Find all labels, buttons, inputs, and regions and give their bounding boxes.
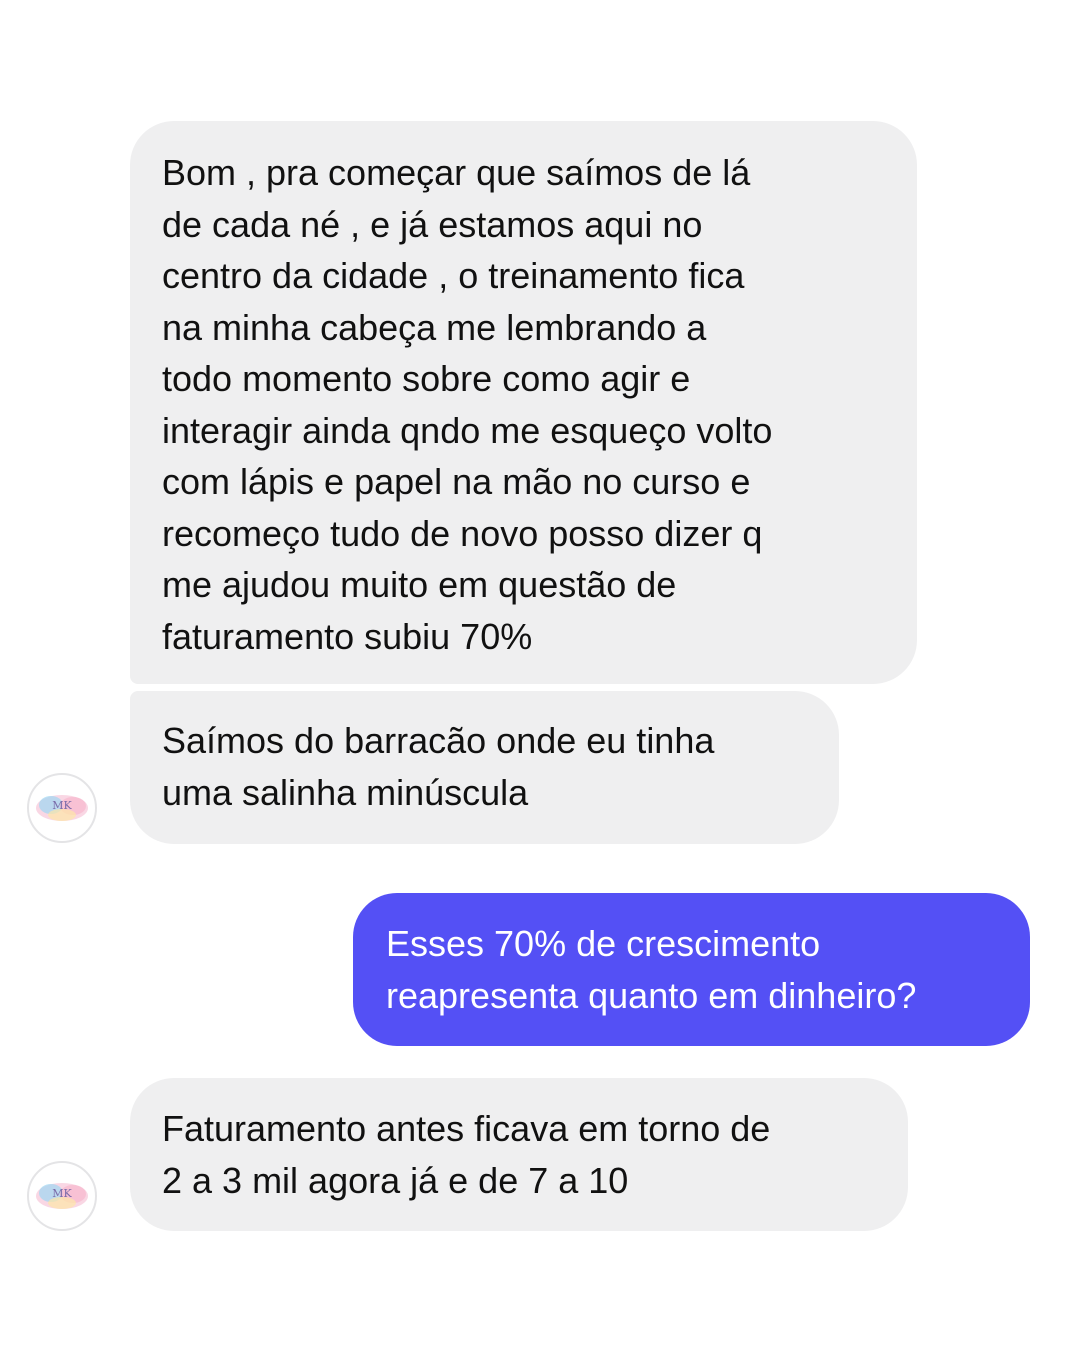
contact-avatar-icon[interactable]: MK <box>27 773 97 843</box>
incoming-message-bubble[interactable]: Saímos do barracão onde eu tinha uma sal… <box>130 691 839 844</box>
avatar-initials: MK <box>52 799 72 812</box>
outgoing-message-bubble[interactable]: Esses 70% de crescimento reapresenta qua… <box>353 893 1030 1046</box>
incoming-message-bubble[interactable]: Faturamento antes ficava em torno de 2 a… <box>130 1078 908 1231</box>
incoming-message-bubble[interactable]: Bom , pra começar que saímos de lá de ca… <box>130 121 917 684</box>
avatar-initials: MK <box>52 1187 72 1200</box>
contact-avatar-icon[interactable]: MK <box>27 1161 97 1231</box>
avatar-logo-icon: MK <box>36 1183 88 1209</box>
avatar-logo-icon: MK <box>36 795 88 821</box>
